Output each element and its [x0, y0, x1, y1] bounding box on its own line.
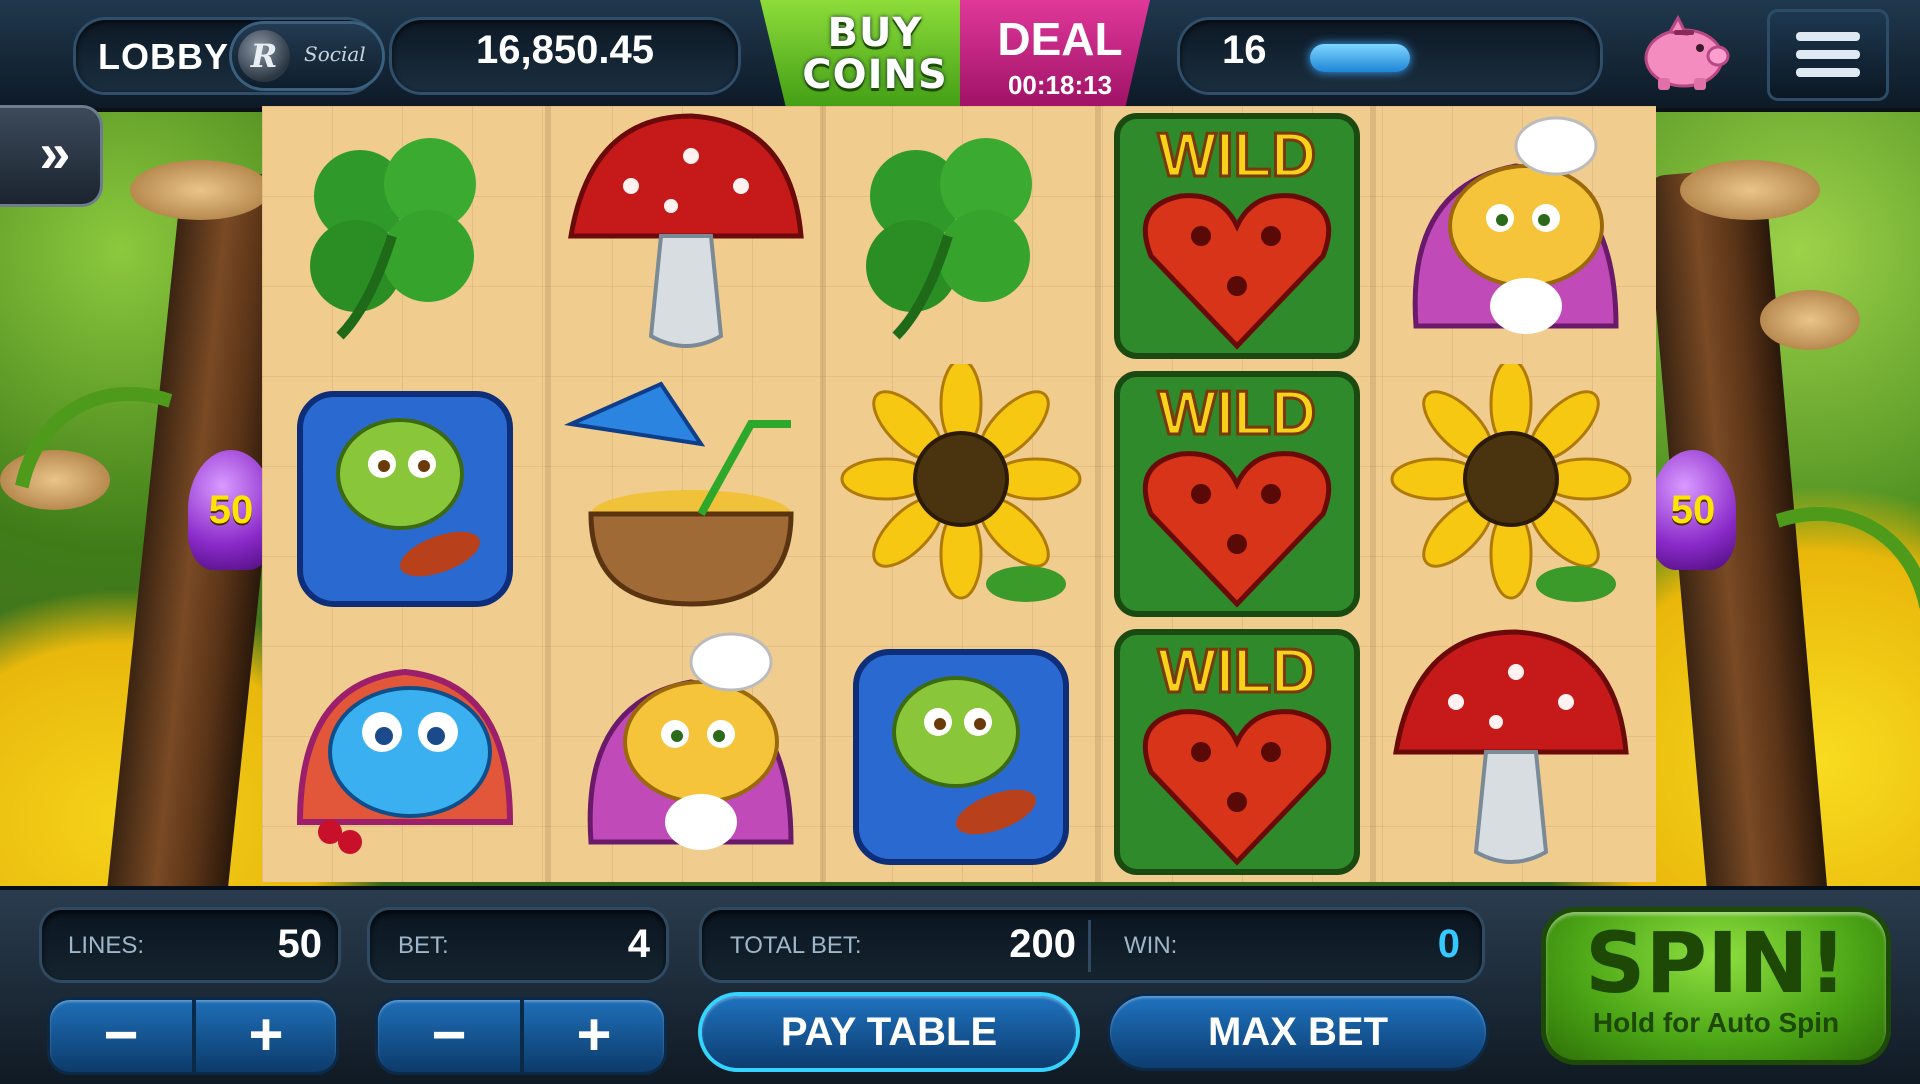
wild-text: WILD — [1158, 637, 1316, 706]
max-bet-button[interactable]: MAX BET — [1110, 996, 1486, 1068]
total-bet-label: TOTAL BET: — [730, 932, 862, 959]
xp-progress-bar — [1310, 44, 1410, 72]
wild-heart-symbol: WILD — [1114, 629, 1360, 875]
player-level: 16 — [1222, 28, 1267, 72]
coin-balance: 16,850.45 — [476, 28, 654, 72]
bet-stepper: − + — [378, 1000, 664, 1072]
reel-3 — [820, 106, 1097, 882]
logo-social-text: Social — [304, 42, 366, 66]
spin-button[interactable]: SPIN! Hold for Auto Spin — [1546, 912, 1886, 1060]
buy-coins-label-line2[interactable]: COINS — [800, 52, 950, 98]
coconut-drink-symbol — [563, 381, 794, 607]
wild-text: WILD — [1158, 121, 1316, 190]
win-value: 0 — [1437, 922, 1460, 966]
clover-symbol — [866, 138, 1032, 340]
deal-label[interactable]: DEAL — [970, 12, 1150, 66]
tree-stump-top-right — [1680, 160, 1820, 220]
win-label: WIN: — [1124, 932, 1178, 959]
logo-r-icon: R — [238, 30, 290, 82]
social-logo: R Social — [232, 24, 382, 88]
lines-stepper: − + — [50, 1000, 336, 1072]
reel-area: WILD WILD WILD — [262, 106, 1656, 882]
tree-stump-side-right — [1760, 290, 1860, 350]
tree-stump-top-left — [130, 160, 270, 220]
field-divider — [1088, 920, 1091, 972]
reel-1 — [270, 106, 541, 882]
total-bet-value: 200 — [1009, 922, 1076, 966]
chef-caterpillar-symbol — [1412, 116, 1619, 334]
top-bar: LOBBY R Social 16,850.45 BUY COINS DEAL … — [0, 0, 1920, 116]
reel-2 — [545, 106, 822, 882]
wild-heart-symbol: WILD — [1114, 371, 1360, 617]
spin-sublabel[interactable]: Hold for Auto Spin — [1546, 1008, 1886, 1038]
red-mushroom-symbol — [1393, 629, 1629, 864]
piggy-bank-icon[interactable] — [1640, 14, 1730, 92]
payline-badge-right: 50 — [1650, 450, 1736, 570]
sunflower-symbol — [1390, 364, 1632, 602]
blue-bug-cherries-symbol — [296, 668, 514, 854]
sunflower-symbol — [840, 364, 1082, 602]
wild-text: WILD — [1158, 379, 1316, 448]
bet-minus-button[interactable]: − — [378, 1000, 520, 1072]
lines-value: 50 — [277, 922, 323, 966]
lobby-label[interactable]: LOBBY — [98, 36, 229, 78]
chef-caterpillar-symbol — [587, 632, 794, 850]
wild-heart-symbol: WILD — [1114, 113, 1360, 359]
spin-label[interactable]: SPIN! — [1546, 918, 1886, 1008]
lines-minus-button[interactable]: − — [50, 1000, 192, 1072]
buy-coins-label-line1[interactable]: BUY — [800, 10, 950, 56]
reel-5 — [1370, 106, 1647, 882]
deal-timer: 00:18:13 — [1007, 70, 1113, 100]
grasshopper-violin-symbol — [853, 649, 1069, 865]
fast-forward-button[interactable]: » — [0, 108, 100, 204]
grasshopper-violin-symbol — [297, 391, 513, 607]
lines-label: LINES: — [68, 932, 145, 959]
reel-4: WILD WILD WILD — [1095, 106, 1372, 882]
lines-plus-button[interactable]: + — [196, 1000, 336, 1072]
menu-icon[interactable] — [1770, 12, 1886, 98]
pay-table-button[interactable]: PAY TABLE — [702, 996, 1076, 1068]
red-mushroom-symbol — [568, 113, 804, 348]
bet-plus-button[interactable]: + — [524, 1000, 664, 1072]
bet-label: BET: — [398, 932, 449, 959]
clover-symbol — [310, 138, 476, 340]
bet-value: 4 — [627, 922, 650, 966]
